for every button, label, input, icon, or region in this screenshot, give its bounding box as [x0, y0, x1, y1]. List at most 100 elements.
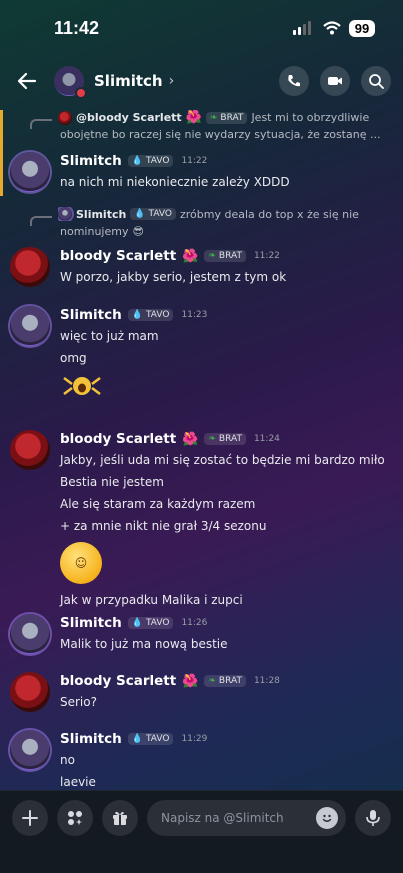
chat-header: Slimitch ›	[0, 56, 403, 106]
message-text: Jak w przypadku Malika i zupci	[60, 593, 243, 607]
video-call-button[interactable]	[320, 66, 350, 96]
clan-tag: 💧 TAVO	[127, 309, 174, 321]
back-arrow-icon	[17, 72, 37, 90]
leaf-icon: ❧	[208, 434, 216, 444]
avatar[interactable]	[10, 306, 50, 346]
author-name[interactable]: bloody Scarlett	[60, 431, 176, 447]
wifi-icon	[323, 21, 341, 35]
message-composer	[0, 790, 403, 873]
reply-connector	[30, 216, 52, 226]
drop-icon: 💧	[131, 618, 143, 628]
reply-preview-cont: nominujemy 😎	[60, 225, 395, 238]
flower-icon: 🌺	[185, 110, 202, 125]
sticker-emoji-icon[interactable]	[60, 374, 104, 398]
message-group[interactable]: Slimitch 💧 TAVO 11:26 Malik to już ma now…	[10, 614, 393, 654]
phone-icon	[288, 75, 300, 87]
message-text: Malik to już ma nową bestie	[60, 637, 228, 651]
reply-text: zróbmy deala do top x że się nie	[180, 207, 359, 221]
clan-tag: ❧ BRAT	[204, 250, 246, 262]
timestamp: 11:29	[181, 734, 208, 744]
smiling-emoji-icon[interactable]: ☺	[60, 542, 102, 584]
avatar[interactable]	[10, 730, 50, 770]
signal-icon	[293, 21, 311, 35]
message-input-wrapper[interactable]	[147, 800, 346, 836]
clan-tag: ❧ BRAT	[205, 111, 248, 124]
author-name[interactable]: Slimitch	[60, 153, 122, 169]
message-text: W porzo, jakby serio, jestem z tym ok	[60, 270, 287, 284]
reply-text: Jest mi to obrzydliwie	[251, 111, 370, 124]
clan-tag: 💧 TAVO	[130, 208, 176, 220]
message-group[interactable]: bloody Scarlett 🌺 ❧ BRAT 11:28 Serio?	[10, 672, 393, 712]
drop-icon: 💧	[134, 209, 146, 219]
drop-icon: 💧	[131, 310, 143, 320]
leaf-icon: ❧	[209, 112, 218, 123]
status-bar: 11:42 99	[0, 0, 403, 56]
author-name[interactable]: Slimitch	[60, 615, 122, 631]
reply-text-cont: nominujemy	[60, 225, 129, 238]
flower-icon: 🌺	[182, 673, 199, 689]
reply-author: @bloody Scarlett	[76, 111, 182, 124]
avatar[interactable]	[10, 430, 50, 470]
attach-button[interactable]	[12, 800, 48, 836]
video-icon	[328, 77, 342, 85]
timestamp: 11:22	[181, 156, 208, 166]
timestamp: 11:24	[253, 434, 280, 444]
gift-icon	[113, 811, 127, 825]
leaf-icon: ❧	[208, 251, 216, 261]
chevron-right-icon[interactable]: ›	[169, 73, 175, 89]
status-icons: 99	[293, 19, 375, 37]
avatar[interactable]	[10, 247, 50, 287]
status-time: 11:42	[54, 17, 100, 38]
plus-icon	[22, 810, 38, 826]
sunglasses-emoji-icon: 😎	[132, 225, 144, 238]
message-text: na nich mi niekoniecznie zależy XDDD	[60, 175, 290, 189]
clan-tag: ❧ BRAT	[204, 675, 246, 687]
header-avatar[interactable]	[54, 66, 87, 99]
message-text: Serio?	[60, 695, 97, 709]
voice-call-button[interactable]	[279, 66, 309, 96]
reply-preview[interactable]: Slimitch 💧 TAVO zróbmy deala do top x że …	[58, 207, 393, 221]
message-text: Ale się staram za każdym razem	[60, 497, 256, 511]
message-group[interactable]: Slimitch 💧 TAVO 11:22 na nich mi niekonie…	[10, 152, 393, 192]
message-text: omg	[60, 351, 87, 365]
header-username[interactable]: Slimitch	[94, 72, 163, 90]
search-button[interactable]	[361, 66, 391, 96]
author-name[interactable]: bloody Scarlett	[60, 673, 176, 689]
flower-icon: 🌺	[182, 431, 199, 447]
message-text: + za mnie nikt nie grał 3/4 sezonu	[60, 519, 267, 533]
message-group[interactable]: Slimitch 💧 TAVO 11:29 no laevie	[10, 730, 393, 790]
gift-button[interactable]	[102, 800, 138, 836]
clan-tag: 💧 TAVO	[127, 733, 174, 745]
reply-avatar	[58, 207, 72, 221]
leaf-icon: ❧	[208, 676, 216, 686]
reply-preview[interactable]: @bloody Scarlett 🌺 ❧ BRAT Jest mi to obrz…	[58, 110, 393, 125]
mention-highlight	[0, 110, 3, 196]
clan-tag: ❧ BRAT	[204, 433, 246, 445]
avatar[interactable]	[10, 672, 50, 712]
apps-button[interactable]	[57, 800, 93, 836]
timestamp: 11:23	[181, 310, 208, 320]
reply-text-cont: obojętne bo raczej się nie wydarzy sytua…	[60, 128, 381, 141]
message-input[interactable]	[161, 811, 316, 825]
emoji-button[interactable]	[316, 807, 338, 829]
message-group[interactable]: bloody Scarlett 🌺 ❧ BRAT 11:24 Jakby, jeś…	[10, 430, 393, 610]
back-button[interactable]	[12, 66, 42, 96]
avatar[interactable]	[10, 614, 50, 654]
message-text: więc to już mam	[60, 329, 159, 343]
reply-avatar	[58, 110, 72, 125]
drop-icon: 💧	[131, 156, 143, 166]
author-name[interactable]: bloody Scarlett	[60, 248, 176, 264]
mic-icon	[366, 810, 380, 826]
shouting-emoji-icon	[63, 377, 101, 395]
apps-icon	[68, 811, 83, 825]
message-list[interactable]: @bloody Scarlett 🌺 ❧ BRAT Jest mi to obrz…	[0, 106, 403, 790]
voice-message-button[interactable]	[355, 800, 391, 836]
author-name[interactable]: Slimitch	[60, 731, 122, 747]
timestamp: 11:26	[181, 618, 208, 628]
message-group[interactable]: Slimitch 💧 TAVO 11:23 więc to już mam omg	[10, 306, 393, 398]
author-name[interactable]: Slimitch	[60, 307, 122, 323]
emoji-icon	[322, 814, 332, 822]
timestamp: 11:22	[253, 251, 280, 261]
message-group[interactable]: bloody Scarlett 🌺 ❧ BRAT 11:22 W porzo, j…	[10, 247, 393, 287]
avatar[interactable]	[10, 152, 50, 192]
